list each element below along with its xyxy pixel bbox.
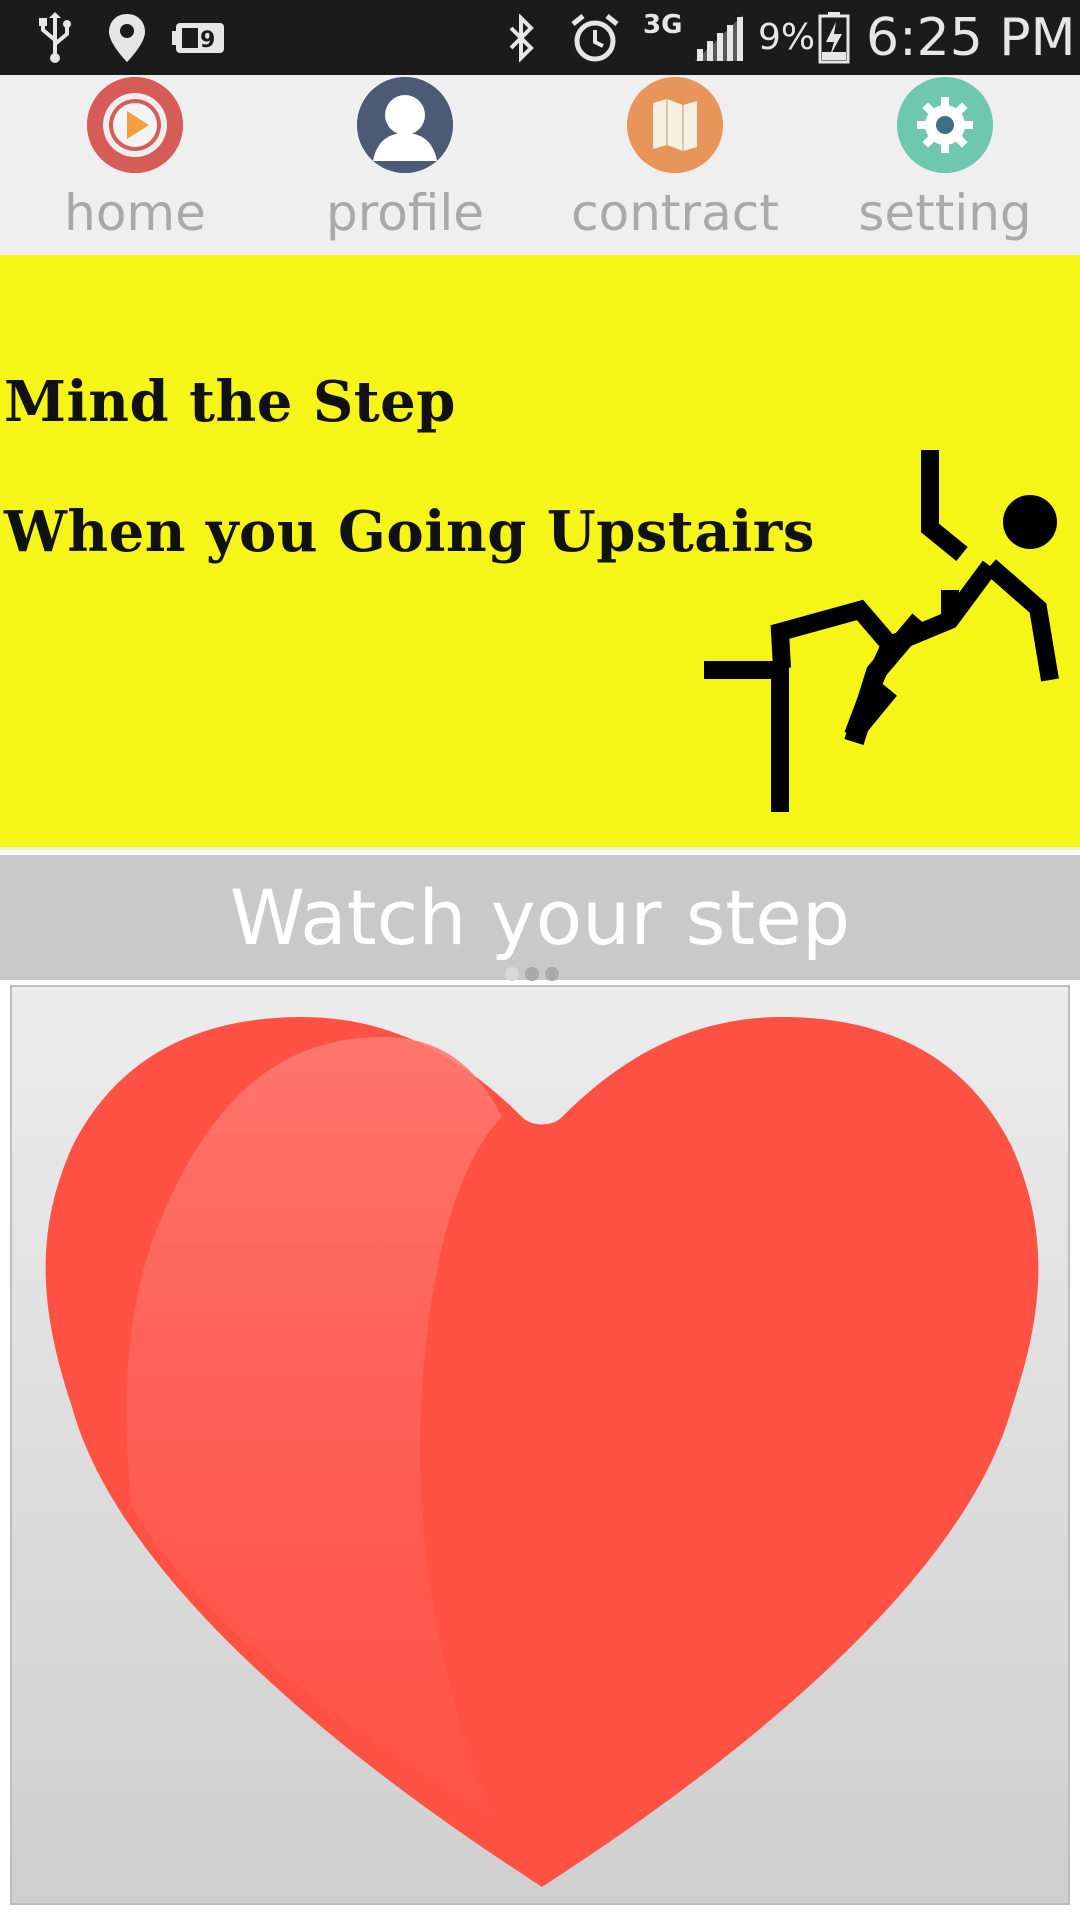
slide-caption: Watch your step [0,855,1080,980]
page-dot[interactable] [525,967,539,981]
location-pin-icon [106,12,148,64]
banner-image[interactable]: Mind the Step When you Going Upstairs [0,255,1080,850]
nav-label-setting: setting [858,184,1032,242]
nav-label-home: home [64,184,206,242]
top-nav-bar: home profile contract setting [0,75,1080,255]
nav-item-contract[interactable]: contract [540,75,810,255]
person-icon [357,77,453,173]
svg-text:9: 9 [200,28,215,53]
status-bar: 9 3G 9% 6:25 PM [0,0,1080,75]
battery-charging-icon [816,12,852,64]
battery-saver-icon: 9 [170,12,230,64]
page-dot[interactable] [505,967,519,981]
heart-card[interactable] [10,985,1070,1905]
bluetooth-icon [502,12,542,64]
nav-item-setting[interactable]: setting [810,75,1080,255]
banner-line-1: Mind the Step [4,369,456,435]
nav-label-profile: profile [326,184,484,242]
gear-icon [897,77,993,173]
nav-label-contract: contract [571,184,779,242]
alarm-icon [568,12,622,64]
clock: 6:25 PM [866,8,1076,68]
network-3g-icon: 3G [643,10,683,40]
page-indicator [505,967,559,981]
nav-item-home[interactable]: home [0,75,270,255]
map-icon [627,77,723,173]
battery-percent: 9% [758,17,816,58]
play-icon [87,77,183,173]
nav-item-profile[interactable]: profile [270,75,540,255]
falling-person-icon [704,450,1059,812]
heart-icon [45,1017,1039,1887]
usb-icon [34,12,76,64]
page-dot[interactable] [545,967,559,981]
caption-text: Watch your step [229,873,851,962]
signal-icon [690,12,748,64]
